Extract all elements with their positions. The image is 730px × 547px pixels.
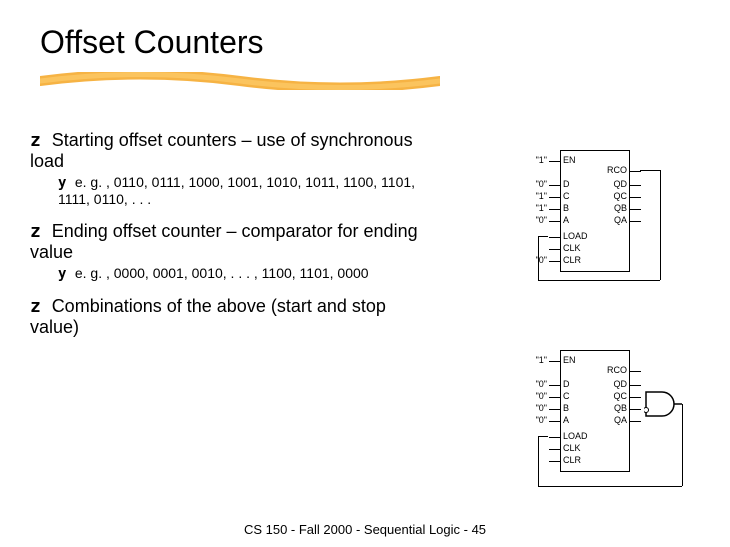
chip2-load-pin: LOAD bbox=[563, 432, 588, 441]
bullet-1-text: Starting offset counters – use of synchr… bbox=[30, 130, 413, 171]
wire-seg bbox=[640, 170, 660, 171]
wire-seg bbox=[682, 404, 683, 486]
slide-footer: CS 150 - Fall 2000 - Sequential Logic - … bbox=[0, 522, 730, 537]
sub-bullet-1: e. g. , 0110, 0111, 1000, 1001, 1010, 10… bbox=[58, 174, 430, 207]
chip1-clr-pin: CLR bbox=[563, 256, 581, 265]
chip2-clr-pin: CLR bbox=[563, 456, 581, 465]
wire-seg bbox=[538, 486, 682, 487]
wire-seg bbox=[538, 280, 660, 281]
and-gate-icon bbox=[644, 390, 684, 420]
sub-bullet-1-text: e. g. , 0110, 0111, 1000, 1001, 1010, 10… bbox=[58, 174, 415, 207]
wire-seg bbox=[538, 436, 539, 486]
bullet-1: Starting offset counters – use of synchr… bbox=[30, 130, 430, 172]
chip2-qa-pin: QA bbox=[614, 416, 627, 425]
bullet-3-text: Combinations of the above (start and sto… bbox=[30, 296, 386, 337]
slide-title: Offset Counters bbox=[40, 24, 264, 61]
chip2-qd-pin: QD bbox=[614, 380, 628, 389]
chip1-qa-pin: QA bbox=[614, 216, 627, 225]
chip1-d-val: "0" bbox=[536, 180, 547, 189]
chip1-b-pin: B bbox=[563, 204, 569, 213]
wire-seg bbox=[538, 236, 539, 280]
chip2-rco-pin: RCO bbox=[607, 366, 627, 375]
chip1-qb-pin: QB bbox=[614, 204, 627, 213]
chip2-c-pin: C bbox=[563, 392, 570, 401]
counter-diagram-1: "1" EN "0" D "1" C "1" B "0" A LOAD CLK … bbox=[470, 150, 710, 290]
chip1-c-pin: C bbox=[563, 192, 570, 201]
chip2-b-pin: B bbox=[563, 404, 569, 413]
chip1-en-pin: EN bbox=[563, 156, 576, 165]
wire-seg bbox=[660, 170, 661, 280]
sub-bullet-2-text: e. g. , 0000, 0001, 0010, . . . , 1100, … bbox=[75, 265, 369, 281]
chip1-a-val: "0" bbox=[536, 216, 547, 225]
chip-2: "1" EN "0" D "0" C "0" B "0" A LOAD CLK … bbox=[560, 350, 630, 472]
chip2-c-val: "0" bbox=[536, 392, 547, 401]
chip1-d-pin: D bbox=[563, 180, 570, 189]
chip2-b-val: "0" bbox=[536, 404, 547, 413]
chip2-qb-pin: QB bbox=[614, 404, 627, 413]
chip1-load-pin: LOAD bbox=[563, 232, 588, 241]
chip2-en-val: "1" bbox=[536, 356, 547, 365]
bullet-list: Starting offset counters – use of synchr… bbox=[30, 130, 430, 340]
title-underline bbox=[40, 72, 440, 90]
wire-seg bbox=[538, 436, 548, 437]
chip1-en-val: "1" bbox=[536, 156, 547, 165]
chip2-a-pin: A bbox=[563, 416, 569, 425]
sub-bullet-2: e. g. , 0000, 0001, 0010, . . . , 1100, … bbox=[58, 265, 430, 282]
chip1-a-pin: A bbox=[563, 216, 569, 225]
chip2-en-pin: EN bbox=[563, 356, 576, 365]
bullet-2-text: Ending offset counter – comparator for e… bbox=[30, 221, 418, 262]
chip2-d-val: "0" bbox=[536, 380, 547, 389]
chip2-d-pin: D bbox=[563, 380, 570, 389]
chip2-a-val: "0" bbox=[536, 416, 547, 425]
chip2-qc-pin: QC bbox=[614, 392, 628, 401]
chip1-rco-pin: RCO bbox=[607, 166, 627, 175]
counter-diagram-2: "1" EN "0" D "0" C "0" B "0" A LOAD CLK … bbox=[470, 350, 710, 520]
chip1-b-val: "1" bbox=[536, 204, 547, 213]
bullet-2: Ending offset counter – comparator for e… bbox=[30, 221, 430, 263]
chip1-qc-pin: QC bbox=[614, 192, 628, 201]
chip1-qd-pin: QD bbox=[614, 180, 628, 189]
chip2-clk-pin: CLK bbox=[563, 444, 581, 453]
bullet-3: Combinations of the above (start and sto… bbox=[30, 296, 430, 338]
wire-seg bbox=[538, 236, 548, 237]
chip1-c-val: "1" bbox=[536, 192, 547, 201]
chip1-clk-pin: CLK bbox=[563, 244, 581, 253]
chip-1: "1" EN "0" D "1" C "1" B "0" A LOAD CLK … bbox=[560, 150, 630, 272]
